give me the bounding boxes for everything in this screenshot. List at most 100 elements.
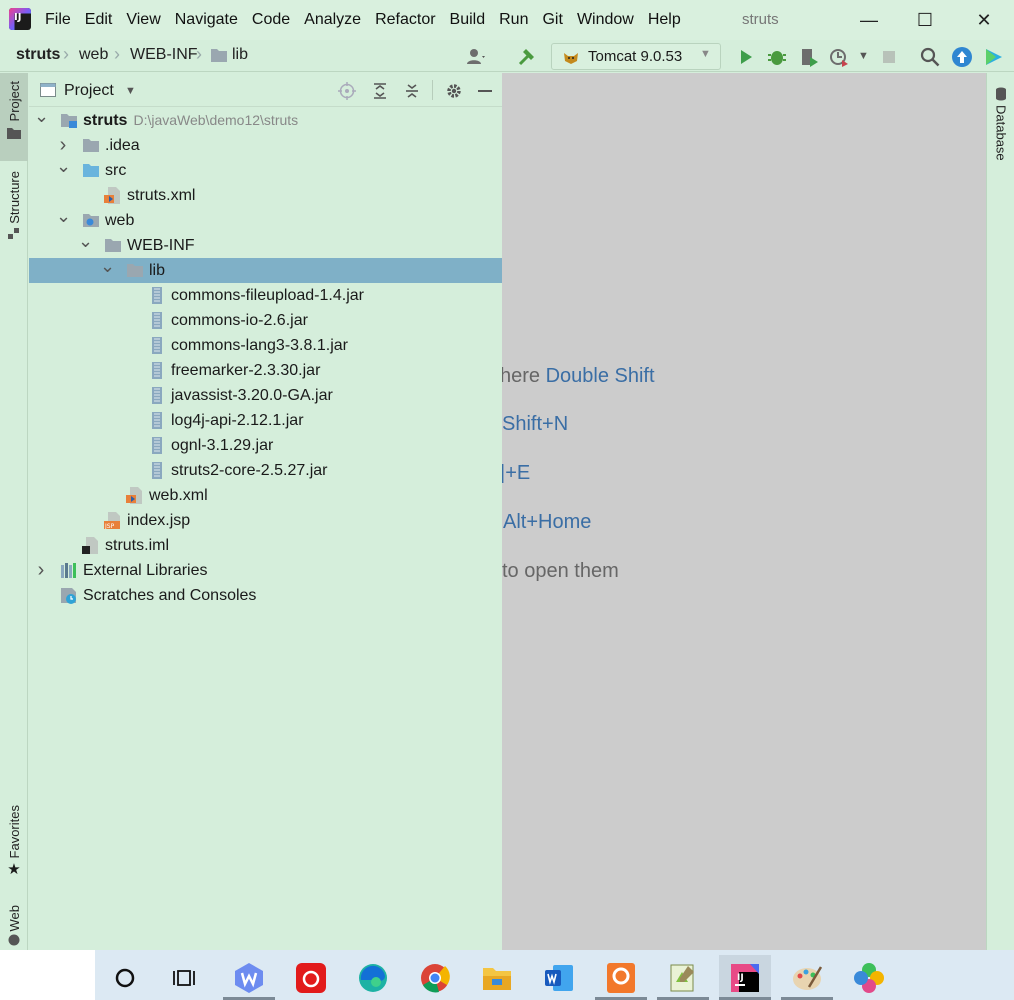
database-tab-label: Database (993, 105, 1009, 161)
structure-tool-tab[interactable]: Structure (0, 171, 28, 256)
breadcrumb-lib[interactable]: lib (232, 46, 248, 64)
paint-palette-icon[interactable] (781, 955, 833, 1000)
tree-item-jar[interactable]: freemarker-2.3.30.jar (29, 358, 502, 383)
editor-empty-area[interactable]: here Double Shift Shift+N |+E Alt+Home t… (502, 73, 986, 950)
tree-item-external-libraries[interactable]: › External Libraries (29, 558, 502, 583)
expand-all-icon[interactable] (371, 82, 389, 100)
stop-icon[interactable] (878, 46, 900, 68)
close-button[interactable]: ✕ (955, 0, 1013, 40)
debug-icon[interactable] (766, 46, 788, 68)
chevron-down-icon[interactable]: ▼ (125, 85, 136, 97)
tree-item-scratches[interactable]: Scratches and Consoles (29, 583, 502, 608)
breadcrumb-web[interactable]: web (79, 46, 108, 64)
chevron-down-icon[interactable]: ⌄ (100, 257, 115, 283)
jar-icon (148, 462, 166, 479)
word-icon[interactable] (533, 955, 585, 1000)
tree-item-jar[interactable]: javassist-3.20.0-GA.jar (29, 383, 502, 408)
menu-file[interactable]: File (45, 10, 77, 30)
taskbar-search-box[interactable] (0, 950, 95, 1000)
folder-icon (7, 128, 21, 140)
tree-item-jar[interactable]: struts2-core-2.5.27.jar (29, 458, 502, 483)
user-icon[interactable] (465, 46, 487, 68)
collapse-all-icon[interactable] (403, 82, 421, 100)
chevron-right-icon[interactable]: › (56, 133, 70, 158)
tree-item-jar[interactable]: ognl-3.1.29.jar (29, 433, 502, 458)
chevron-down-icon[interactable]: ▼ (858, 50, 869, 62)
tree-item-web-xml[interactable]: web.xml (29, 483, 502, 508)
breadcrumb-struts[interactable]: struts (16, 46, 60, 64)
project-tab-label: Project (6, 81, 22, 122)
cortana-icon[interactable] (99, 955, 151, 1000)
tree-item-label: struts.xml (127, 187, 196, 204)
coverage-icon[interactable] (798, 46, 820, 68)
notepad-plus-icon[interactable] (657, 955, 709, 1000)
menu-run[interactable]: Run (499, 10, 534, 30)
tree-item-jar[interactable]: log4j-api-2.12.1.jar (29, 408, 502, 433)
tree-item-jar[interactable]: commons-fileupload-1.4.jar (29, 283, 502, 308)
hide-panel-icon[interactable] (478, 90, 492, 92)
menu-git[interactable]: Git (542, 10, 568, 30)
favorites-tool-tab[interactable]: Favorites ★ (0, 805, 28, 885)
tree-item-web[interactable]: ⌄ web (29, 207, 502, 233)
menu-refactor[interactable]: Refactor (375, 10, 441, 30)
minimize-button[interactable]: — (840, 0, 898, 40)
tree-item-src[interactable]: ⌄ src (29, 157, 502, 183)
task-view-icon[interactable] (159, 955, 211, 1000)
menu-edit[interactable]: Edit (85, 10, 119, 30)
tree-item-struts-iml[interactable]: struts.iml (29, 533, 502, 558)
project-tool-tab[interactable]: Project (0, 73, 28, 161)
file-explorer-icon[interactable] (471, 955, 523, 1000)
chevron-right-icon[interactable]: › (34, 558, 48, 583)
chevron-down-icon[interactable]: ⌄ (56, 207, 71, 233)
intellij-logo-icon[interactable]: IJ (9, 8, 31, 30)
maximize-button[interactable]: ☐ (896, 0, 954, 40)
profile-icon[interactable] (828, 46, 850, 68)
intellij-idea-taskbar-icon[interactable]: IJ (719, 955, 771, 1000)
project-view-title[interactable]: Project (64, 82, 114, 100)
code-with-me-icon[interactable] (983, 46, 1005, 68)
tree-item-label: freemarker-2.3.30.jar (171, 362, 321, 379)
tree-item-lib[interactable]: ⌄ lib (29, 257, 502, 283)
locate-icon[interactable] (338, 82, 356, 100)
menu-analyze[interactable]: Analyze (304, 10, 367, 30)
project-view-icon (40, 83, 56, 97)
chevron-down-icon[interactable]: ⌄ (56, 157, 71, 183)
jar-icon (148, 362, 166, 379)
wps-office-icon[interactable] (223, 955, 275, 1000)
menu-view[interactable]: View (126, 10, 166, 30)
update-icon[interactable] (951, 46, 973, 68)
build-hammer-icon[interactable] (516, 46, 538, 68)
menu-code[interactable]: Code (252, 10, 296, 30)
svg-text:IJ: IJ (737, 973, 744, 983)
menu-build[interactable]: Build (450, 10, 492, 30)
tree-item-jar[interactable]: commons-io-2.6.jar (29, 308, 502, 333)
netease-music-icon[interactable] (285, 955, 337, 1000)
tree-item-idea[interactable]: › .idea (29, 133, 502, 158)
chrome-browser-icon[interactable] (409, 955, 461, 1000)
tree-item-struts-xml[interactable]: struts.xml (29, 183, 502, 208)
tree-item-web-inf[interactable]: ⌄ WEB-INF (29, 232, 502, 258)
chevron-down-icon[interactable]: ⌄ (34, 107, 49, 133)
run-config-label: Tomcat 9.0.53 (588, 48, 683, 65)
tree-item-label: Scratches and Consoles (83, 587, 257, 604)
edge-browser-icon[interactable] (347, 955, 399, 1000)
tree-item-struts[interactable]: ⌄ struts D:\javaWeb\demo12\struts (29, 107, 502, 133)
globe-icon (8, 934, 20, 945)
search-icon[interactable] (919, 46, 941, 68)
menu-window[interactable]: Window (577, 10, 640, 30)
run-icon[interactable] (735, 46, 757, 68)
pdf-reader-icon[interactable] (595, 955, 647, 1000)
jar-icon (148, 287, 166, 304)
menu-navigate[interactable]: Navigate (175, 10, 244, 30)
breadcrumb-web-inf[interactable]: WEB-INF (130, 46, 198, 64)
run-configuration-select[interactable]: Tomcat 9.0.53 ▼ (551, 43, 721, 70)
chevron-down-icon[interactable]: ⌄ (78, 232, 93, 258)
tree-item-index-jsp[interactable]: JSP index.jsp (29, 508, 502, 533)
tree-item-jar[interactable]: commons-lang3-3.8.1.jar (29, 333, 502, 358)
gear-icon[interactable] (445, 82, 463, 100)
colorful-flower-app-icon[interactable] (843, 955, 895, 1000)
menu-help[interactable]: Help (648, 10, 687, 30)
folder-icon (82, 137, 100, 154)
database-tool-tab[interactable]: Database (993, 87, 1009, 161)
web-tool-tab[interactable]: Web (0, 905, 28, 950)
